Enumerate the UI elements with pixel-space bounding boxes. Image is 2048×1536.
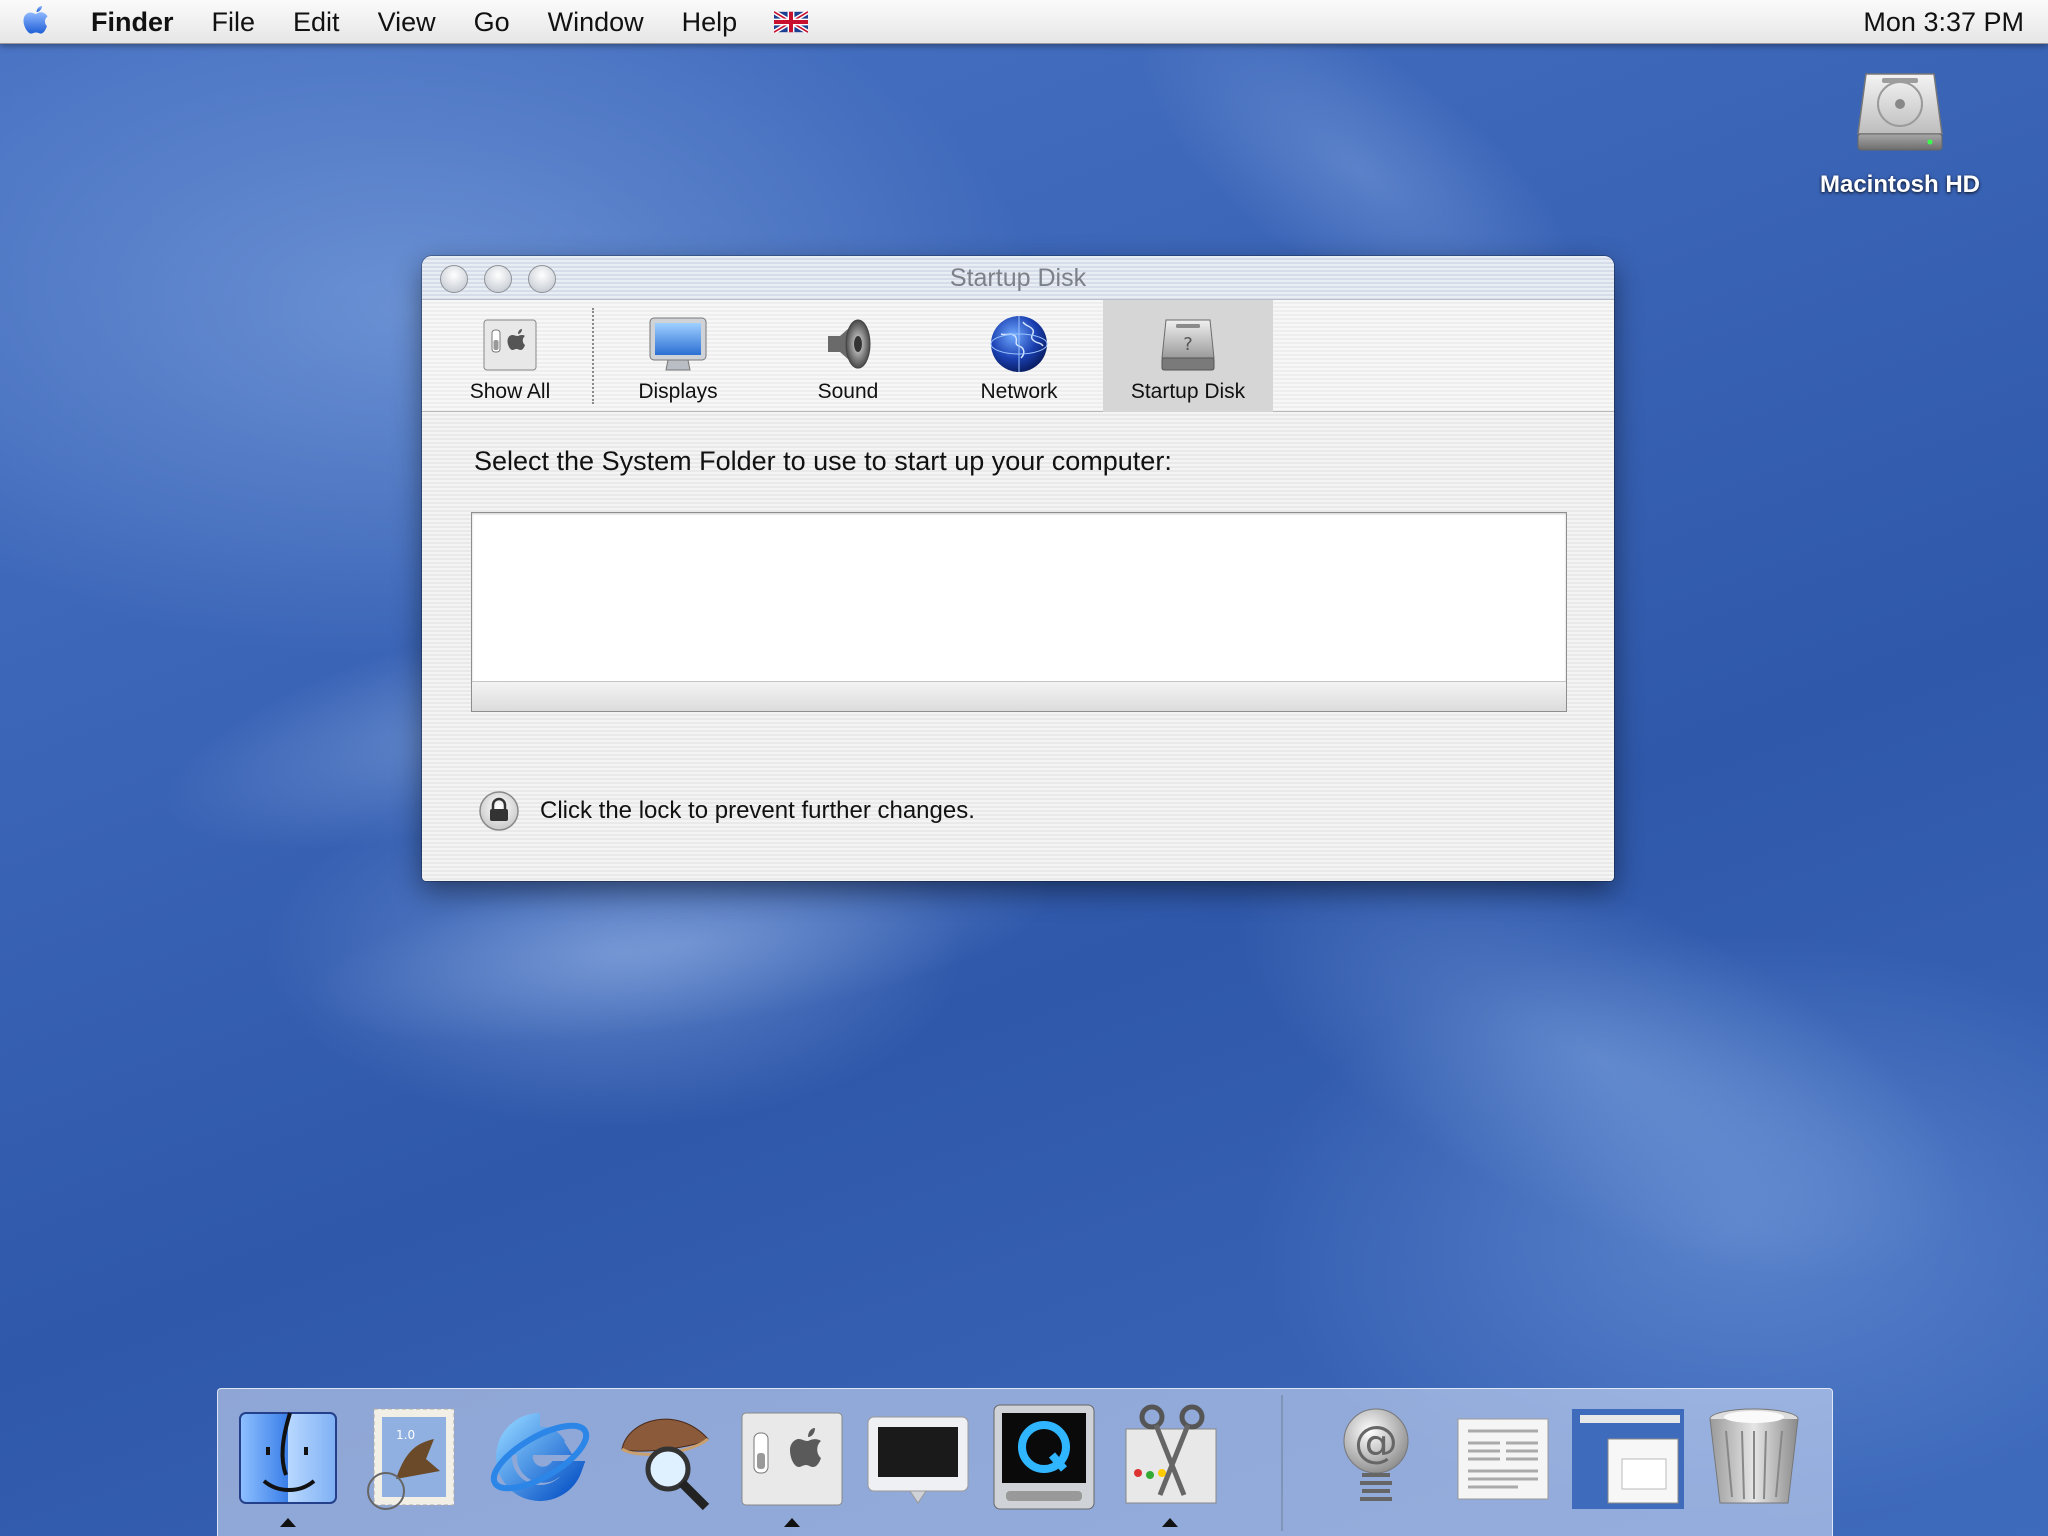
toolbar-show-all[interactable]: Show All xyxy=(440,300,580,412)
toolbar-network[interactable]: Network xyxy=(949,300,1089,412)
menu-help[interactable]: Help xyxy=(663,0,757,44)
dock-item-quicktime[interactable] xyxy=(986,1399,1102,1523)
startup-disk-icon: ? xyxy=(1161,319,1215,371)
system-folder-list[interactable] xyxy=(471,512,1567,712)
lock-text: Click the lock to prevent further change… xyxy=(540,797,975,824)
dock-running-indicator xyxy=(1162,1518,1178,1527)
hard-disk-icon xyxy=(1857,73,1943,151)
menu-view[interactable]: View xyxy=(359,0,455,44)
desktop-icon-label: Macintosh HD xyxy=(1819,171,1980,198)
dock-item-finder[interactable] xyxy=(230,1399,346,1527)
toolbar-show-all-label: Show All xyxy=(469,380,551,403)
menu-file[interactable]: File xyxy=(193,0,275,44)
menu-window[interactable]: Window xyxy=(529,0,663,44)
startup-prompt: Select the System Folder to use to start… xyxy=(474,446,1172,476)
menu-clock[interactable]: Mon 3:37 PM xyxy=(1863,0,2024,44)
newspaper-document-icon xyxy=(1457,1418,1549,1500)
display-icon xyxy=(649,317,707,371)
minimized-window-icon xyxy=(1572,1409,1684,1509)
dock-divider xyxy=(1281,1395,1283,1531)
dock-item-sherlock[interactable] xyxy=(608,1399,724,1523)
toolbar-separator xyxy=(592,308,594,404)
window-title: Startup Disk xyxy=(949,264,1087,292)
dock: 1.0 @ xyxy=(217,1388,1833,1536)
toolbar-startup-disk[interactable]: ? Startup Disk xyxy=(1103,300,1273,412)
toolbar-displays-label: Displays xyxy=(638,380,718,403)
dock-item-minimized-window[interactable] xyxy=(1570,1399,1686,1523)
trash-icon xyxy=(1709,1408,1799,1504)
menu-finder[interactable]: Finder xyxy=(72,0,193,44)
startup-disk-window: Startup Disk Show All Displays Sound Net… xyxy=(422,256,1614,881)
apple-menu[interactable] xyxy=(0,0,72,44)
scissors-icon xyxy=(1125,1404,1217,1504)
list-status-bar xyxy=(472,681,1566,711)
dock-item-mail-docklet[interactable]: @ xyxy=(1318,1399,1434,1523)
uk-flag-icon[interactable] xyxy=(774,10,809,33)
system-preferences-icon xyxy=(483,319,537,371)
toolbar-sound-label: Sound xyxy=(817,380,879,403)
finder-icon xyxy=(239,1412,337,1504)
toolbar-network-label: Network xyxy=(980,380,1058,403)
window-titlebar[interactable]: Startup Disk xyxy=(422,256,1614,300)
toolbar-startup-disk-label: Startup Disk xyxy=(1130,380,1246,403)
dock-item-mail[interactable]: 1.0 xyxy=(356,1399,472,1523)
sherlock-icon xyxy=(621,1418,710,1511)
system-preferences-icon xyxy=(741,1412,843,1506)
speaker-icon xyxy=(828,319,871,369)
dock-item-internet-explorer[interactable] xyxy=(482,1399,598,1523)
at-spring-icon: @ xyxy=(1343,1408,1409,1501)
desktop-icon-macintosh-hd[interactable]: Macintosh HD xyxy=(1800,64,2000,199)
lock-icon[interactable] xyxy=(478,790,520,832)
menu-go[interactable]: Go xyxy=(455,0,529,44)
globe-icon xyxy=(990,316,1048,372)
dock-item-trash[interactable] xyxy=(1696,1399,1812,1523)
dock-item-grab[interactable] xyxy=(1112,1399,1228,1527)
menu-edit[interactable]: Edit xyxy=(274,0,359,44)
toolbar-sound[interactable]: Sound xyxy=(778,300,918,412)
svg-text:@: @ xyxy=(1354,1417,1398,1468)
dock-running-indicator xyxy=(280,1518,296,1527)
apple-logo-icon xyxy=(23,5,48,34)
dock-item-display[interactable] xyxy=(860,1399,976,1523)
svg-text:1.0: 1.0 xyxy=(396,1428,415,1442)
quicktime-icon xyxy=(993,1404,1095,1510)
lock-row: Click the lock to prevent further change… xyxy=(478,790,975,832)
mail-stamp-icon: 1.0 xyxy=(367,1408,455,1510)
internet-explorer-icon xyxy=(490,1413,590,1501)
dock-item-system-preferences[interactable] xyxy=(734,1399,850,1527)
svg-text:?: ? xyxy=(1183,334,1193,355)
dock-item-document[interactable] xyxy=(1444,1399,1560,1523)
menu-bar: Finder File Edit View Go Window Help Mon… xyxy=(0,0,2048,44)
dock-running-indicator xyxy=(784,1518,800,1527)
monitor-icon xyxy=(867,1416,969,1504)
prefs-toolbar: Show All Displays Sound Network ? Startu… xyxy=(422,300,1614,412)
toolbar-displays[interactable]: Displays xyxy=(608,300,748,412)
